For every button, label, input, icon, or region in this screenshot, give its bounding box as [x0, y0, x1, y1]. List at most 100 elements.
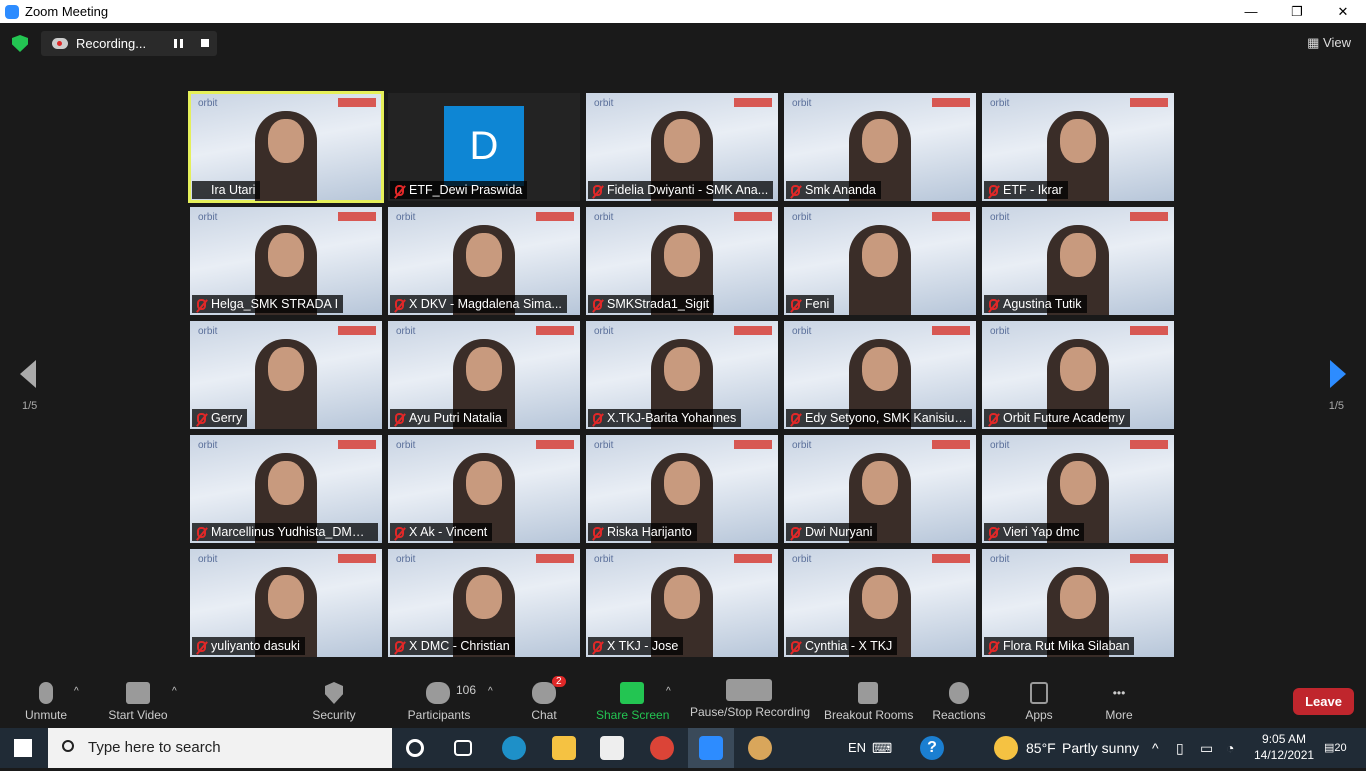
- participant-name-label: X DMC - Christian: [390, 637, 515, 655]
- help-icon[interactable]: ?: [920, 736, 944, 760]
- apps-button[interactable]: Apps: [1024, 670, 1054, 728]
- participant-face: [664, 461, 700, 505]
- foundation-logo: [536, 326, 574, 335]
- participant-name: Gerry: [211, 411, 243, 425]
- participant-tile[interactable]: orbit X DKV - Magdalena Sima...: [388, 207, 580, 315]
- participant-tile[interactable]: orbit Agustina Tutik: [982, 207, 1174, 315]
- participants-caret[interactable]: ^: [488, 686, 493, 697]
- participant-tile[interactable]: orbit X TKJ - Jose: [586, 549, 778, 657]
- participant-tile[interactable]: orbit Riska Harijanto: [586, 435, 778, 543]
- participant-tile[interactable]: D ETF_Dewi Praswida: [388, 93, 580, 201]
- taskbar-search-box[interactable]: Type here to search: [48, 728, 392, 768]
- orbit-logo: orbit: [594, 98, 614, 109]
- keyboard-icon[interactable]: ⌨: [872, 728, 892, 768]
- cloud-record-icon: [52, 38, 68, 49]
- participant-tile[interactable]: orbit Vieri Yap dmc: [982, 435, 1174, 543]
- close-button[interactable]: ✕: [1320, 0, 1366, 23]
- microsoft-store-icon[interactable]: [600, 736, 624, 760]
- participant-tile[interactable]: orbit Marcellinus Yudhista_DMC ...: [190, 435, 382, 543]
- zoom-app-icon: [699, 736, 723, 760]
- participant-tile[interactable]: orbit Orbit Future Academy: [982, 321, 1174, 429]
- participant-name: yuliyanto dasuki: [211, 639, 300, 653]
- participant-tile[interactable]: orbit Edy Setyono, SMK Kanisius...: [784, 321, 976, 429]
- share-options-caret[interactable]: ^: [666, 686, 671, 697]
- participants-button[interactable]: 106 Participants: [404, 670, 476, 728]
- orbit-logo: orbit: [198, 440, 218, 451]
- muted-mic-icon: [39, 682, 53, 704]
- pause-stop-recording-button[interactable]: Pause/Stop Recording: [690, 670, 810, 728]
- participant-name: X.TKJ-Barita Yohannes: [607, 411, 737, 425]
- participant-name-label: Cynthia - X TKJ: [786, 637, 898, 655]
- task-view-icon[interactable]: [454, 740, 472, 756]
- participant-tile[interactable]: orbit yuliyanto dasuki: [190, 549, 382, 657]
- notifications-button[interactable]: ▤20: [1324, 728, 1347, 768]
- minimize-button[interactable]: —: [1228, 0, 1274, 23]
- show-hidden-icons-chevron-icon[interactable]: ^: [1152, 728, 1159, 768]
- previous-page-arrow-icon[interactable]: [20, 360, 36, 388]
- orbit-logo: orbit: [990, 98, 1010, 109]
- breakout-rooms-button[interactable]: Breakout Rooms: [824, 670, 913, 728]
- participant-name-label: Ira Utari: [192, 181, 261, 199]
- maximize-button[interactable]: ❐: [1274, 0, 1320, 23]
- participant-tile[interactable]: orbit X Ak - Vincent: [388, 435, 580, 543]
- windows-start-icon[interactable]: [14, 739, 32, 757]
- file-explorer-icon[interactable]: [552, 736, 576, 760]
- foundation-logo: [1130, 554, 1168, 563]
- cortana-icon[interactable]: [406, 739, 424, 757]
- temperature[interactable]: 85°F: [1026, 728, 1056, 768]
- participant-tile[interactable]: orbit Flora Rut Mika Silaban: [982, 549, 1174, 657]
- paint-icon[interactable]: [748, 736, 772, 760]
- view-button[interactable]: ▦ View: [1307, 35, 1351, 51]
- share-screen-arrow-icon: [620, 682, 644, 704]
- clock[interactable]: 9:05 AM 14/12/2021: [1254, 731, 1314, 771]
- reactions-button[interactable]: Reactions: [932, 670, 986, 728]
- participant-face: [862, 119, 898, 163]
- start-video-button[interactable]: Start Video: [104, 670, 172, 728]
- participant-face: [862, 233, 898, 277]
- participant-tile[interactable]: orbit Helga_SMK STRADA I: [190, 207, 382, 315]
- orbit-logo: orbit: [396, 440, 416, 451]
- participant-tile[interactable]: orbit Ira Utari: [188, 91, 384, 203]
- chat-button[interactable]: 2 Chat: [524, 670, 566, 728]
- participant-tile[interactable]: orbit ETF - Ikrar: [982, 93, 1174, 201]
- participant-tile[interactable]: orbit Gerry: [190, 321, 382, 429]
- participant-name: Helga_SMK STRADA I: [211, 297, 339, 311]
- battery-icon[interactable]: ▭: [1200, 728, 1213, 768]
- video-options-caret[interactable]: ^: [172, 686, 177, 697]
- stop-recording-button[interactable]: [201, 39, 209, 47]
- participant-name: X DKV - Magdalena Sima...: [409, 297, 562, 311]
- next-page-arrow-icon[interactable]: [1330, 360, 1346, 388]
- unmute-button[interactable]: Unmute: [18, 670, 74, 728]
- language-indicator[interactable]: EN: [848, 728, 866, 768]
- foundation-logo: [932, 554, 970, 563]
- page-indicator-right: 1/5: [1328, 400, 1344, 412]
- edge-browser-icon[interactable]: [502, 736, 526, 760]
- participant-name-label: Marcellinus Yudhista_DMC ...: [192, 523, 378, 541]
- pause-recording-button[interactable]: [174, 39, 183, 48]
- participant-face: [466, 461, 502, 505]
- encryption-shield-icon[interactable]: [12, 35, 28, 52]
- participant-name: Ira Utari: [211, 183, 256, 197]
- participant-tile[interactable]: orbit X.TKJ-Barita Yohannes: [586, 321, 778, 429]
- participant-face: [268, 461, 304, 505]
- orbit-logo: orbit: [990, 212, 1010, 223]
- time: 9:05 AM: [1262, 732, 1307, 746]
- participant-tile[interactable]: orbit Ayu Putri Natalia: [388, 321, 580, 429]
- wifi-icon[interactable]: ◔: [1226, 728, 1234, 768]
- participant-tile[interactable]: orbit X DMC - Christian: [388, 549, 580, 657]
- more-button[interactable]: ••• More: [1104, 670, 1134, 728]
- participant-tile[interactable]: orbit Feni: [784, 207, 976, 315]
- participant-tile[interactable]: orbit Dwi Nuryani: [784, 435, 976, 543]
- notification-count: 20: [1334, 742, 1347, 754]
- chrome-icon[interactable]: [650, 736, 674, 760]
- security-button[interactable]: Security: [308, 670, 360, 728]
- audio-options-caret[interactable]: ^: [74, 686, 79, 697]
- share-screen-button[interactable]: Share Screen: [596, 670, 669, 728]
- participant-tile[interactable]: orbit Smk Ananda: [784, 93, 976, 201]
- participant-tile[interactable]: orbit Fidelia Dwiyanti - SMK Ana...: [586, 93, 778, 201]
- participant-tile[interactable]: orbit SMKStrada1_Sigit: [586, 207, 778, 315]
- weather-text[interactable]: Partly sunny: [1062, 728, 1139, 768]
- leave-button[interactable]: Leave: [1293, 688, 1354, 715]
- participant-tile[interactable]: orbit Cynthia - X TKJ: [784, 549, 976, 657]
- participant-name-label: X DKV - Magdalena Sima...: [390, 295, 567, 313]
